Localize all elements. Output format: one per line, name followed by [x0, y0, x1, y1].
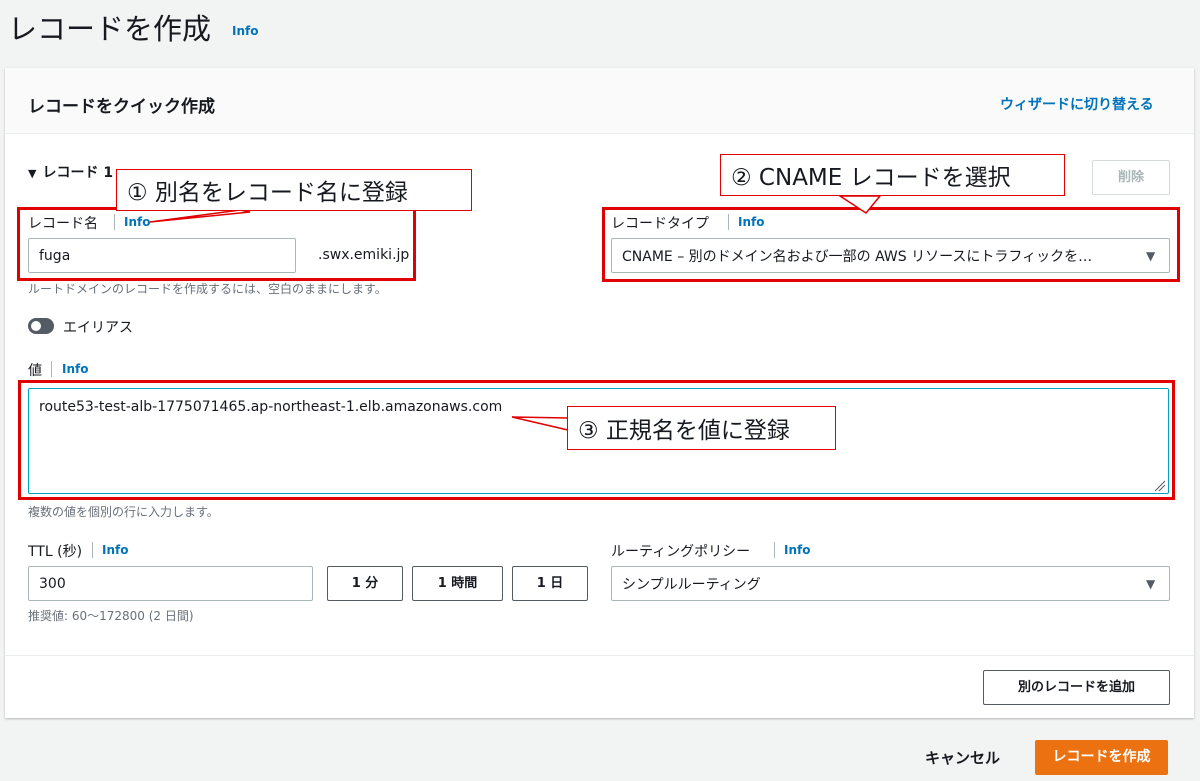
- annotation-pointers: [149, 195, 882, 431]
- callout-step3: ③ 正規名を値に登録: [567, 406, 836, 450]
- callout-step1: ① 別名をレコード名に登録: [116, 169, 472, 211]
- callout-step2: ② CNAME レコードを選択: [720, 154, 1065, 196]
